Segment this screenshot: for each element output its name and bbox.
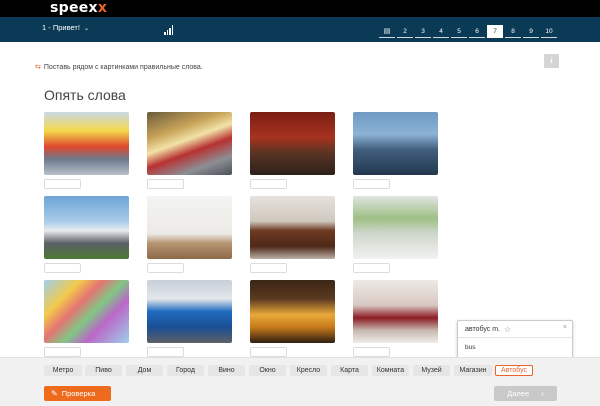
house-image xyxy=(44,196,129,259)
answer-drop-slot[interactable] xyxy=(353,179,390,189)
page-navigator: ▤ 2 3 4 5 6 7 8 9 10 xyxy=(379,25,557,38)
image-card xyxy=(353,196,438,273)
dictionary-popup: автобус m. ☆ × bus xyxy=(457,320,573,368)
image-card xyxy=(250,280,335,357)
page-overview-icon[interactable]: ▤ xyxy=(379,25,395,38)
answer-drop-slot[interactable] xyxy=(44,263,81,273)
exercise-title: Опять слова xyxy=(44,87,126,103)
page-tab[interactable]: 3 xyxy=(415,25,431,38)
word-chip[interactable]: Карта xyxy=(331,365,368,376)
room-image xyxy=(147,196,232,259)
answer-drop-slot[interactable] xyxy=(250,263,287,273)
page-tab[interactable]: 7 xyxy=(487,25,503,38)
museum-image xyxy=(250,112,335,175)
check-label: Проверка xyxy=(61,389,96,398)
image-card xyxy=(353,112,438,189)
image-card xyxy=(353,280,438,357)
armchair-image xyxy=(250,196,335,259)
top-bar: speexx xyxy=(0,0,600,17)
answer-drop-slot[interactable] xyxy=(353,347,390,357)
chevron-right-icon: › xyxy=(541,389,544,398)
close-icon[interactable]: × xyxy=(563,324,567,331)
word-chip[interactable]: Вино xyxy=(208,365,245,376)
popup-word: автобус m. xyxy=(465,326,500,333)
beer-image xyxy=(250,280,335,343)
page-tab[interactable]: 6 xyxy=(469,25,485,38)
city-image xyxy=(353,112,438,175)
image-card xyxy=(147,280,232,357)
image-card xyxy=(44,280,129,357)
chevron-down-icon: ⌄ xyxy=(84,26,90,32)
image-card xyxy=(250,112,335,189)
page-tab[interactable]: 9 xyxy=(523,25,539,38)
page-tab[interactable]: 5 xyxy=(451,25,467,38)
page-tab[interactable]: 2 xyxy=(397,25,413,38)
instruction: ⇆ Поставь рядом с картинками правильные с… xyxy=(35,63,203,71)
speexx-logo[interactable]: speexx xyxy=(50,0,107,16)
map-image xyxy=(44,280,129,343)
page-tab[interactable]: 8 xyxy=(505,25,521,38)
word-chip[interactable]: Автобус xyxy=(495,365,533,376)
answer-drop-slot[interactable] xyxy=(44,179,81,189)
check-button[interactable]: ✎ Проверка xyxy=(44,386,111,401)
lesson-label: 1 - Привет! xyxy=(42,23,80,32)
metro-image xyxy=(147,112,232,175)
answer-drop-slot[interactable] xyxy=(353,263,390,273)
popup-translation: bus xyxy=(465,344,476,351)
next-button[interactable]: Далее › xyxy=(494,386,557,401)
image-card xyxy=(250,196,335,273)
page-tab[interactable]: 10 xyxy=(541,25,557,38)
window-image xyxy=(353,196,438,259)
lesson-selector[interactable]: 1 - Привет! ⌄ xyxy=(42,23,89,32)
word-chip[interactable]: Пиво xyxy=(85,365,122,376)
word-chip[interactable]: Метро xyxy=(44,365,82,376)
word-chip[interactable]: Дом xyxy=(126,365,163,376)
next-label: Далее xyxy=(507,389,530,398)
word-chip[interactable]: Окно xyxy=(249,365,286,376)
image-card xyxy=(147,196,232,273)
answer-drop-slot[interactable] xyxy=(147,179,184,189)
popup-divider xyxy=(458,337,572,338)
word-chip[interactable]: Комната xyxy=(372,365,409,376)
navigation-bar: 1 - Привет! ⌄ ▤ 2 3 4 5 6 7 8 9 10 xyxy=(0,17,600,42)
word-chip[interactable]: Город xyxy=(167,365,204,376)
page-tab[interactable]: 4 xyxy=(433,25,449,38)
word-chip[interactable]: Кресло xyxy=(290,365,327,376)
info-button[interactable]: i xyxy=(544,54,559,68)
bus-image xyxy=(147,280,232,343)
supermarket-image xyxy=(44,112,129,175)
star-icon[interactable]: ☆ xyxy=(504,325,511,334)
instruction-text: Поставь рядом с картинками правильные сл… xyxy=(43,64,203,71)
answer-drop-slot[interactable] xyxy=(44,347,81,357)
answer-drop-slot[interactable] xyxy=(147,347,184,357)
answer-drop-slot[interactable] xyxy=(147,263,184,273)
word-chip[interactable]: Магазин xyxy=(454,365,492,376)
swap-icon: ⇆ xyxy=(35,64,41,71)
answer-drop-slot[interactable] xyxy=(250,179,287,189)
wine-image xyxy=(353,280,438,343)
signal-icon[interactable] xyxy=(164,25,174,35)
word-chip[interactable]: Музей xyxy=(413,365,450,376)
image-card xyxy=(44,112,129,189)
image-card xyxy=(44,196,129,273)
pencil-icon: ✎ xyxy=(51,389,58,398)
answer-drop-slot[interactable] xyxy=(250,347,287,357)
image-card xyxy=(147,112,232,189)
